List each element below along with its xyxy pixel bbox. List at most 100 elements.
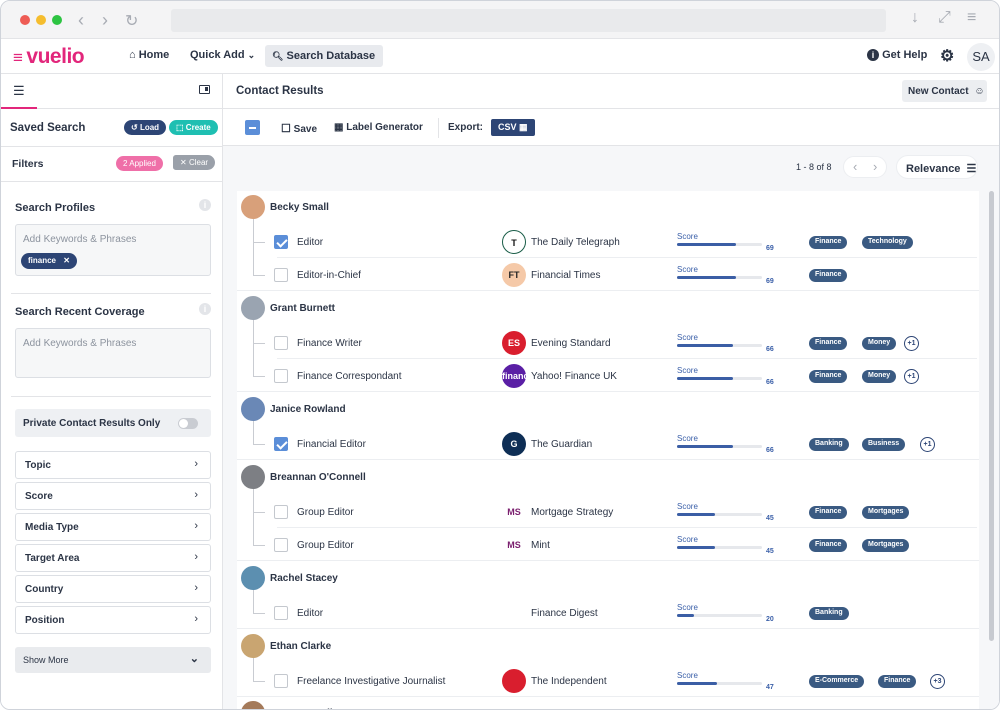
search-profiles-input[interactable]: Add Keywords & Phrases finance ✕ (15, 224, 211, 276)
contact-name[interactable]: Rachel Stacey (270, 573, 338, 584)
topic-tag[interactable]: Finance (809, 370, 848, 383)
close-window-button[interactable] (20, 15, 30, 25)
minimize-window-button[interactable] (36, 15, 46, 25)
role-checkbox[interactable] (274, 505, 288, 519)
maximize-window-button[interactable] (52, 15, 62, 25)
next-page-icon[interactable]: › (873, 159, 877, 174)
tab-filters[interactable]: ☰ (1, 74, 37, 109)
private-results-toggle[interactable] (178, 418, 198, 429)
topic-tag[interactable]: Money (862, 370, 897, 383)
outlet-name[interactable]: Finance Digest (531, 608, 598, 619)
role-checkbox[interactable] (274, 336, 288, 350)
outlet-name[interactable]: The Guardian (531, 439, 592, 450)
filter-score[interactable]: Score › (15, 482, 211, 510)
role-checkbox[interactable] (274, 606, 288, 620)
settings-gear-icon[interactable]: ⚙ (940, 46, 954, 66)
nav-home[interactable]: ⌂ Home (129, 49, 169, 61)
download-icon[interactable]: ↓ (911, 9, 919, 27)
contact-avatar[interactable] (241, 397, 265, 421)
role-title[interactable]: Group Editor (297, 507, 354, 518)
role-title[interactable]: Finance Writer (297, 338, 362, 349)
role-checkbox[interactable] (274, 437, 288, 451)
keyword-chip[interactable]: finance ✕ (21, 253, 77, 269)
outlet-name[interactable]: Yahoo! Finance UK (531, 371, 617, 382)
info-icon[interactable]: i (199, 199, 211, 211)
outlet-name[interactable]: Financial Times (531, 270, 600, 281)
outlet-name[interactable]: Evening Standard (531, 338, 611, 349)
role-title[interactable]: Freelance Investigative Journalist (297, 676, 445, 687)
role-checkbox[interactable] (274, 538, 288, 552)
user-avatar[interactable]: SA (967, 43, 995, 71)
clear-filters-button[interactable]: ✕ Clear (173, 155, 216, 170)
new-contact-button[interactable]: New Contact ☺ (902, 80, 987, 102)
filter-topic[interactable]: Topic › (15, 451, 211, 479)
remove-chip-icon[interactable]: ✕ (63, 256, 70, 265)
search-coverage-input[interactable]: Add Keywords & Phrases (15, 328, 211, 378)
scrollbar[interactable] (989, 191, 994, 641)
nav-search-database[interactable]: 🔍︎ Search Database (265, 45, 384, 67)
fullscreen-icon[interactable]: ⤢ (938, 9, 951, 27)
outlet-name[interactable]: Mortgage Strategy (531, 507, 613, 518)
select-all-checkbox[interactable] (245, 120, 260, 135)
filter-target-area[interactable]: Target Area › (15, 544, 211, 572)
create-button[interactable]: ⬚ Create (169, 120, 218, 135)
menu-icon[interactable]: ≡ (967, 9, 976, 27)
outlet-name[interactable]: Mint (531, 540, 550, 551)
filter-country[interactable]: Country › (15, 575, 211, 603)
topic-tag[interactable]: Finance (809, 269, 848, 282)
contact-name[interactable]: Janice Rowland (270, 404, 346, 415)
topic-tag[interactable]: Banking (809, 607, 849, 620)
topic-tag[interactable]: Technology (862, 236, 913, 249)
address-bar[interactable] (171, 9, 886, 32)
topic-tag[interactable]: Finance (809, 236, 848, 249)
load-button[interactable]: ↺ Load (124, 120, 167, 135)
topic-tag[interactable]: Finance (809, 337, 848, 350)
contact-name[interactable]: Becky Small (270, 202, 329, 213)
contact-name[interactable]: Breannan O'Connell (270, 472, 366, 483)
label-generator-button[interactable]: ▦ Label Generator (334, 122, 423, 133)
role-checkbox[interactable] (274, 369, 288, 383)
topic-tag[interactable]: Finance (809, 506, 848, 519)
outlet-name[interactable]: The Daily Telegraph (531, 237, 620, 248)
role-checkbox[interactable] (274, 674, 288, 688)
contact-avatar[interactable] (241, 465, 265, 489)
reload-icon[interactable]: ↻ (125, 11, 138, 31)
topic-tag[interactable]: Finance (878, 675, 917, 688)
topic-tag[interactable]: Money (862, 337, 897, 350)
save-button[interactable]: ☐ Save (281, 122, 317, 135)
contact-avatar[interactable] (241, 296, 265, 320)
role-title[interactable]: Editor-in-Chief (297, 270, 361, 281)
hamburger-icon[interactable]: ≡ (13, 48, 23, 67)
more-tags-badge[interactable]: +1 (904, 369, 919, 384)
role-title[interactable]: Finance Correspondant (297, 371, 402, 382)
topic-tag[interactable]: Banking (809, 438, 849, 451)
info-icon[interactable]: i (199, 303, 211, 315)
role-checkbox[interactable] (274, 235, 288, 249)
role-title[interactable]: Group Editor (297, 540, 354, 551)
logo[interactable]: ≡ vuelio (13, 45, 85, 69)
topic-tag[interactable]: Business (862, 438, 906, 451)
topic-tag[interactable]: Finance (809, 539, 848, 552)
show-more-button[interactable]: Show More ⌄ (15, 647, 211, 673)
role-checkbox[interactable] (274, 268, 288, 282)
nav-quick-add[interactable]: Quick Add ⌄ (190, 49, 255, 61)
export-csv-button[interactable]: CSV ▦ (491, 119, 535, 136)
more-tags-badge[interactable]: +3 (930, 674, 945, 689)
outlet-name[interactable]: The Independent (531, 676, 607, 687)
contact-name[interactable]: Grant Burnett (270, 303, 335, 314)
role-title[interactable]: Editor (297, 237, 323, 248)
more-tags-badge[interactable]: +1 (904, 336, 919, 351)
filter-media-type[interactable]: Media Type › (15, 513, 211, 541)
prev-page-icon[interactable]: ‹ (853, 159, 857, 174)
topic-tag[interactable]: Mortgages (862, 506, 910, 519)
forward-icon[interactable]: › (102, 10, 108, 31)
contact-name[interactable]: Ethan Clarke (270, 641, 331, 652)
collapse-panel-icon[interactable] (199, 85, 210, 94)
topic-tag[interactable]: E-Commerce (809, 675, 865, 688)
back-icon[interactable]: ‹ (78, 10, 84, 31)
role-title[interactable]: Editor (297, 608, 323, 619)
topic-tag[interactable]: Mortgages (862, 539, 910, 552)
more-tags-badge[interactable]: +1 (920, 437, 935, 452)
contact-avatar[interactable] (241, 195, 265, 219)
sort-dropdown[interactable]: Relevance ☰ (896, 155, 978, 179)
